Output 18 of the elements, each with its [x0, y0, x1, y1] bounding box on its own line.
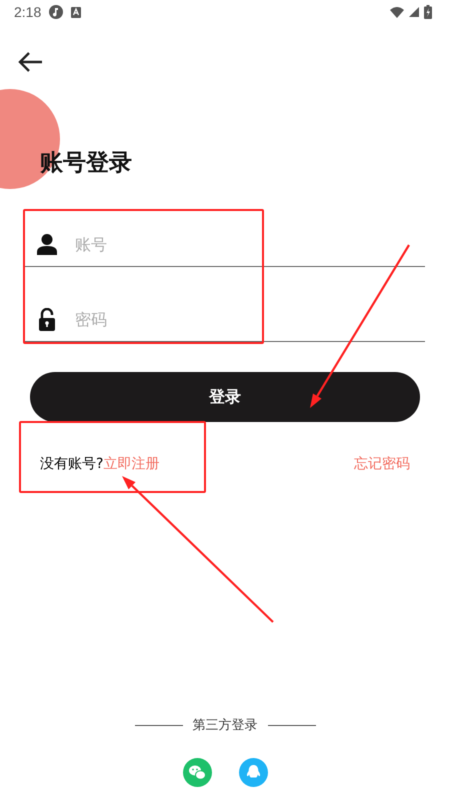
wifi-icon: [390, 6, 404, 18]
login-button[interactable]: 登录: [30, 372, 420, 422]
music-icon: [49, 5, 64, 19]
third-party-label: 第三方登录: [192, 717, 258, 734]
signal-icon: [409, 7, 419, 17]
padlock-icon: [39, 308, 55, 330]
person-icon: [37, 234, 57, 254]
input-field[interactable]: 密码: [73, 308, 425, 330]
chat-bubbles-icon[interactable]: [182, 758, 212, 787]
status-time: 2:18: [14, 4, 42, 20]
input-field[interactable]: 账号: [73, 234, 425, 254]
forgot-password-link[interactable]: 忘记密码: [354, 455, 410, 473]
register-prompt: 没有账号?: [40, 455, 104, 473]
battery-icon: [424, 5, 432, 19]
keyboard-icon: [71, 6, 82, 18]
register-link[interactable]: 立即注册: [103, 455, 160, 473]
back-arrow-icon[interactable]: [17, 51, 43, 73]
penguin-icon[interactable]: [238, 758, 268, 787]
